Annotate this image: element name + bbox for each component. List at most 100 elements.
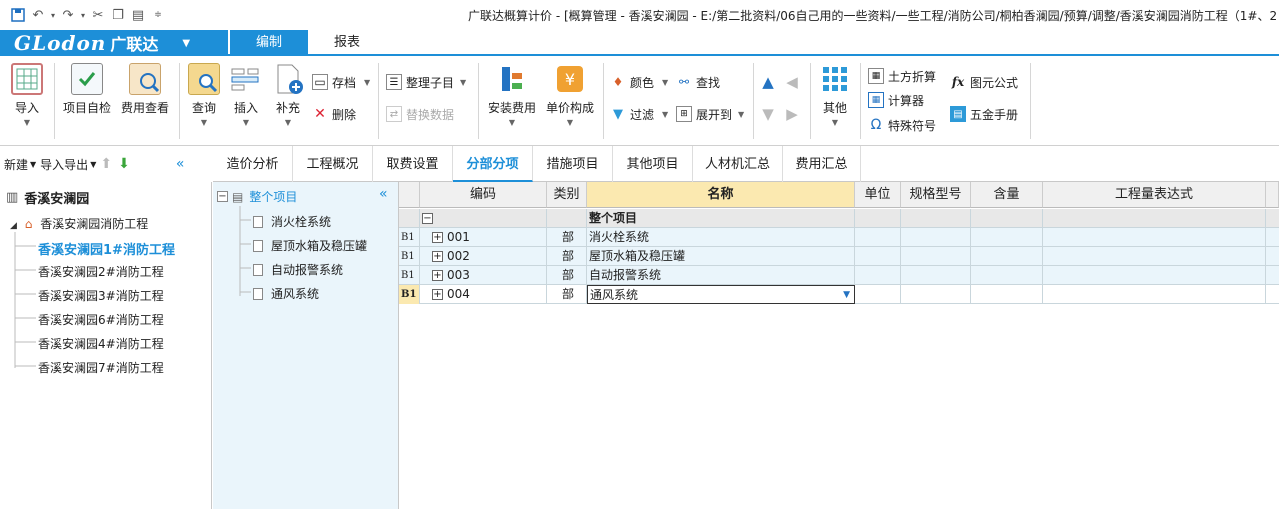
column-header[interactable]: 编码: [420, 182, 547, 208]
table-row-selected[interactable]: B1 +004 部 通风系统 ▼: [399, 285, 1279, 304]
tree-unit[interactable]: 香溪安澜园3#消防工程: [38, 287, 164, 304]
tab-fee-summary[interactable]: 费用汇总: [783, 146, 861, 182]
organize-button[interactable]: ☰ 整理子目 ▼: [386, 71, 466, 93]
expression-cell[interactable]: [1043, 285, 1266, 304]
tab-report[interactable]: 报表: [318, 30, 376, 56]
install-fee-button[interactable]: 安装费用 ▼: [484, 63, 540, 127]
import-export-button[interactable]: 导入导出: [40, 156, 88, 173]
formula-button[interactable]: fx 图元公式: [950, 71, 1018, 93]
app-logo-menu[interactable]: GLodon 广联达 ▼: [0, 30, 228, 56]
import-button[interactable]: 导入 ▼: [6, 63, 48, 127]
table-row[interactable]: B1 +002 部 屋顶水箱及稳压罐: [399, 247, 1279, 266]
content-cell[interactable]: [971, 266, 1043, 285]
table-row[interactable]: B1 +001 部 消火栓系统: [399, 228, 1279, 247]
section-item[interactable]: 屋顶水箱及稳压罐: [253, 237, 367, 254]
tab-overview[interactable]: 工程概况: [293, 146, 373, 182]
collapse-panel-icon[interactable]: «: [176, 156, 185, 172]
code-cell[interactable]: +002: [420, 247, 547, 266]
move-left-button[interactable]: ◀: [784, 71, 804, 93]
name-cell[interactable]: 屋顶水箱及稳压罐: [587, 247, 855, 266]
section-root[interactable]: − ▤ 整个项目: [217, 188, 297, 205]
collapse-box-icon[interactable]: −: [422, 213, 433, 224]
insert-button[interactable]: 插入 ▼: [228, 63, 264, 127]
type-cell[interactable]: 部: [547, 266, 587, 285]
collapse-panel-icon[interactable]: «: [379, 186, 388, 202]
tab-cost-analysis[interactable]: 造价分析: [213, 146, 293, 182]
move-up-icon[interactable]: ⬆: [100, 156, 112, 172]
move-up-button[interactable]: ▲: [760, 71, 780, 93]
tab-labor-material[interactable]: 人材机汇总: [693, 146, 783, 182]
spec-cell[interactable]: [901, 266, 971, 285]
redo-icon[interactable]: ↷: [58, 5, 78, 25]
filter-button[interactable]: ▼ 过滤 ▼: [610, 103, 668, 125]
name-cell-editing[interactable]: 通风系统 ▼: [587, 285, 855, 304]
calculator-button[interactable]: ▦ 计算器: [868, 89, 924, 111]
expression-cell[interactable]: [1043, 228, 1266, 247]
tree-unit[interactable]: 香溪安澜园7#消防工程: [38, 359, 164, 376]
tree-unit[interactable]: 香溪安澜园6#消防工程: [38, 311, 164, 328]
name-cell[interactable]: 自动报警系统: [587, 266, 855, 285]
column-header[interactable]: 名称: [587, 182, 855, 208]
move-right-button[interactable]: ▶: [784, 103, 804, 125]
content-cell[interactable]: [971, 285, 1043, 304]
unit-price-button[interactable]: ¥ 单价构成 ▼: [543, 63, 597, 127]
expand-box-icon[interactable]: +: [432, 251, 443, 262]
expand-box-icon[interactable]: +: [432, 270, 443, 281]
tree-root[interactable]: ▥ 香溪安澜园: [6, 188, 89, 207]
tab-edit[interactable]: 编制: [230, 30, 308, 56]
supplement-button[interactable]: 补充 ▼: [270, 63, 306, 127]
color-button[interactable]: ♦ 颜色 ▼: [610, 71, 669, 93]
content-cell[interactable]: [971, 247, 1043, 266]
column-header[interactable]: 类别: [547, 182, 587, 208]
delete-button[interactable]: ✕ 删除: [312, 103, 356, 125]
new-button[interactable]: 新建: [4, 156, 28, 173]
redo-dropdown-icon[interactable]: ▾: [78, 5, 88, 25]
replace-data-button[interactable]: ⇄ 替换数据: [386, 103, 454, 125]
tab-other-items[interactable]: 其他项目: [613, 146, 693, 182]
code-cell[interactable]: +004: [420, 285, 547, 304]
copy-icon[interactable]: ❐: [108, 5, 128, 25]
tab-sections[interactable]: 分部分项: [453, 146, 533, 182]
chevron-down-icon[interactable]: ▼: [30, 160, 36, 169]
undo-icon[interactable]: ↶: [28, 5, 48, 25]
name-cell[interactable]: 消火栓系统: [587, 228, 855, 247]
query-button[interactable]: 查询 ▼: [186, 63, 222, 127]
chevron-down-icon[interactable]: ▼: [90, 160, 96, 169]
table-row[interactable]: B1 +003 部 自动报警系统: [399, 266, 1279, 285]
hardware-manual-button[interactable]: ▤ 五金手册: [950, 103, 1018, 125]
unit-cell[interactable]: [855, 228, 901, 247]
self-check-button[interactable]: 项目自检: [60, 63, 114, 116]
paste-icon[interactable]: ▤: [128, 5, 148, 25]
expression-cell[interactable]: [1043, 247, 1266, 266]
expand-to-button[interactable]: ⊞ 展开到 ▼: [676, 103, 744, 125]
expand-box-icon[interactable]: +: [432, 232, 443, 243]
unit-cell[interactable]: [855, 247, 901, 266]
name-cell[interactable]: 整个项目: [587, 209, 855, 228]
type-cell[interactable]: 部: [547, 285, 587, 304]
tree-unit[interactable]: 香溪安澜园1#消防工程: [38, 239, 175, 258]
type-cell[interactable]: 部: [547, 228, 587, 247]
unit-cell[interactable]: [855, 285, 901, 304]
archive-button[interactable]: ▭ 存档 ▼: [312, 71, 370, 93]
unit-cell[interactable]: [855, 266, 901, 285]
column-header[interactable]: 工程量表达式: [1043, 182, 1266, 208]
cut-icon[interactable]: ✂: [88, 5, 108, 25]
type-cell[interactable]: 部: [547, 247, 587, 266]
table-row[interactable]: − 整个项目: [399, 209, 1279, 228]
column-header[interactable]: 单位: [855, 182, 901, 208]
tree-project[interactable]: ◢ ⌂ 香溪安澜园消防工程: [10, 215, 148, 232]
content-cell[interactable]: [971, 228, 1043, 247]
tree-unit[interactable]: 香溪安澜园4#消防工程: [38, 335, 164, 352]
tab-fee-settings[interactable]: 取费设置: [373, 146, 453, 182]
move-down-icon[interactable]: ⬇: [118, 156, 130, 172]
find-button[interactable]: ⚯ 查找: [676, 71, 720, 93]
section-item[interactable]: 通风系统: [253, 285, 319, 302]
special-char-button[interactable]: Ω 特殊符号: [868, 114, 936, 136]
tree-unit[interactable]: 香溪安澜园2#消防工程: [38, 263, 164, 280]
code-cell[interactable]: +001: [420, 228, 547, 247]
spec-cell[interactable]: [901, 228, 971, 247]
move-down-button[interactable]: ▼: [760, 103, 780, 125]
earthwork-button[interactable]: ▦ 土方折算: [868, 65, 936, 87]
expression-cell[interactable]: [1043, 266, 1266, 285]
column-header[interactable]: 规格型号: [901, 182, 971, 208]
